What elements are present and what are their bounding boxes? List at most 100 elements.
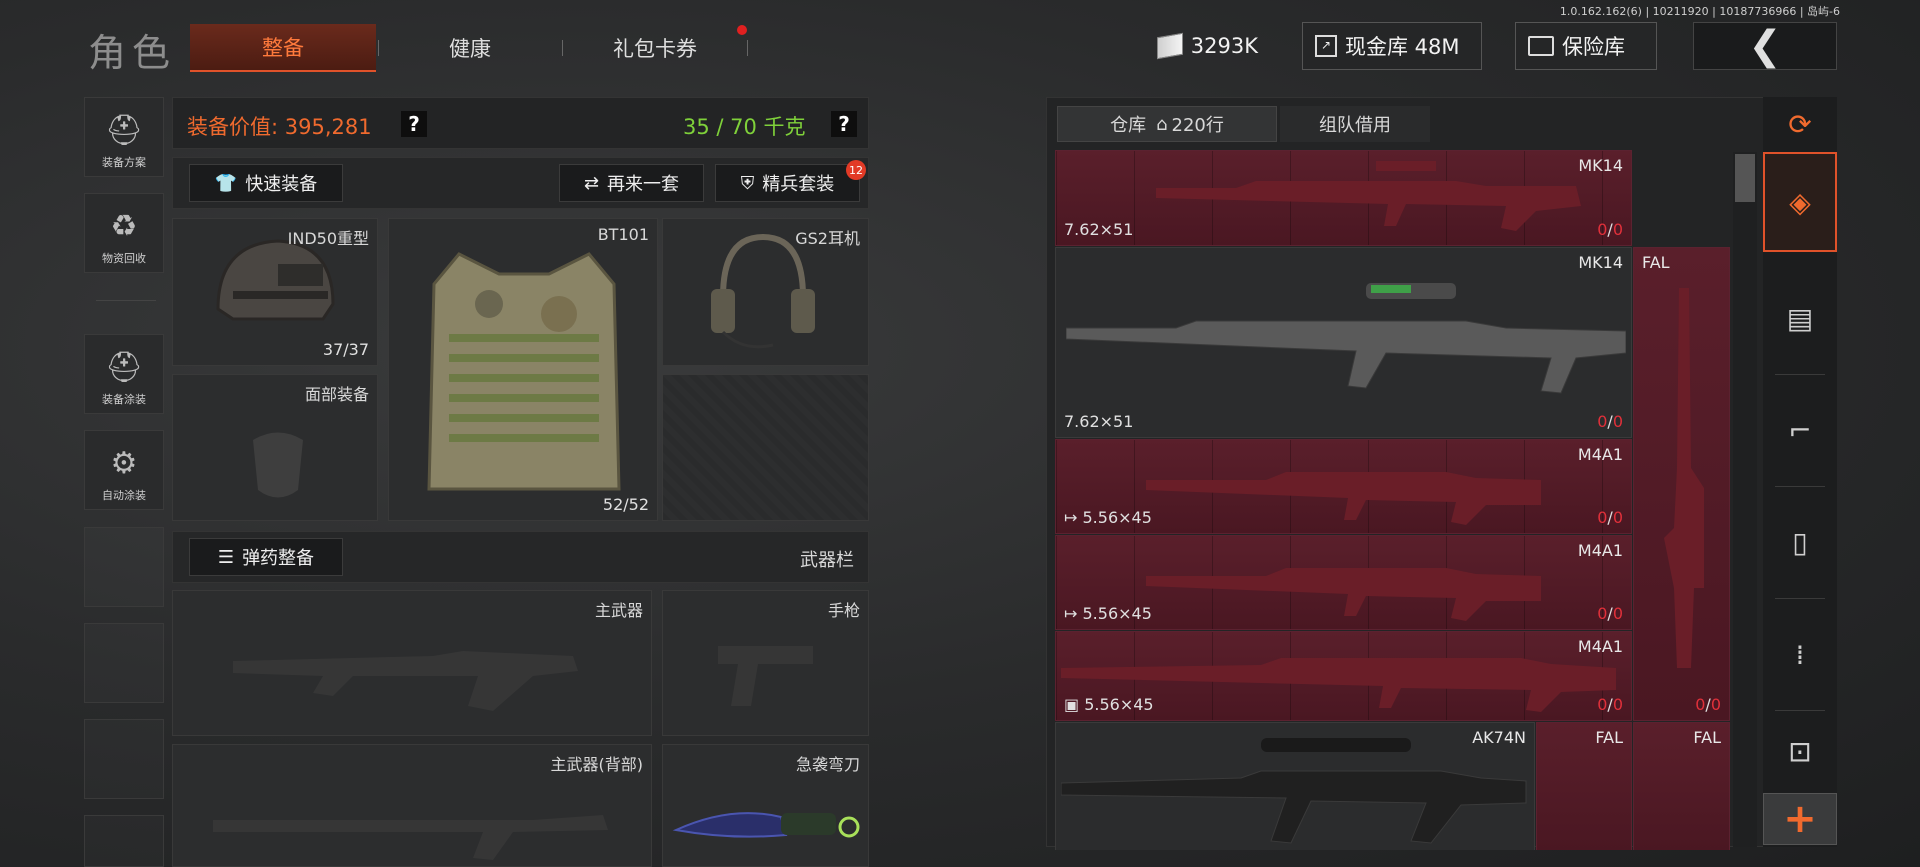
ammo-prepare-label: 弹药整备 [242, 548, 315, 569]
inventory-item[interactable]: FAL [1633, 722, 1730, 850]
safe-label: 保险库 [1562, 35, 1625, 59]
currency-display[interactable]: 3293K [1145, 22, 1270, 70]
pistol-silhouette-icon [718, 646, 813, 706]
tab-divider [562, 40, 563, 56]
inventory-item[interactable]: M4A1 ↦ 5.56×45 0/0 [1055, 535, 1632, 630]
item-name: FAL [1595, 728, 1623, 747]
equip-paint-button[interactable]: ⛑ 装备涂装 [84, 334, 164, 414]
auto-paint-button[interactable]: ⚙ 自动涂装 [84, 430, 164, 510]
scrollbar-thumb[interactable] [1735, 154, 1755, 202]
inventory-item[interactable]: AK74N [1055, 722, 1535, 850]
rifle-image [1061, 738, 1527, 844]
safe-button[interactable]: 保险库 [1515, 22, 1657, 70]
face-slot[interactable]: 面部装备 [172, 374, 378, 521]
primary-back-weapon-slot[interactable]: 主武器(背部) [172, 744, 652, 867]
armor-durability: 52/52 [602, 495, 649, 514]
page-title: 角色 [88, 31, 177, 75]
recycle-label: 物资回收 [102, 252, 146, 265]
vault-chart-icon: ↗ [1315, 35, 1337, 57]
shield-icon: ⛨ [740, 172, 755, 194]
scope-icon[interactable]: ⊡ [1763, 716, 1837, 786]
empty-side-slot [84, 719, 164, 799]
add-button[interactable]: + [1763, 793, 1837, 845]
primary-weapon-label: 主武器 [594, 601, 643, 620]
again-button[interactable]: ⇄ 再来一套 [559, 164, 704, 202]
tab-health[interactable]: 健康 [400, 24, 540, 72]
item-name: M4A1 [1577, 541, 1623, 560]
inventory-item[interactable]: M4A1 ↦ 5.56×45 0/0 [1055, 439, 1632, 534]
version-info: 1.0.162.162(6) | 10211920 | 10187736966 … [1559, 5, 1840, 18]
equip-plan-label: 装备方案 [102, 156, 146, 169]
armor-slot[interactable]: BT101 52/52 [388, 218, 658, 521]
tab-gift[interactable]: 礼包卡券 [590, 24, 720, 72]
again-label: 再来一套 [607, 174, 680, 195]
storage-rows: 220行 [1171, 115, 1224, 136]
rifle-image [1156, 161, 1581, 231]
recycle-icon: ♻ [110, 209, 138, 244]
empty-side-slot [84, 815, 164, 867]
back-button[interactable]: ❮ [1693, 22, 1837, 70]
notification-dot [737, 25, 747, 35]
sidebar-divider [96, 300, 156, 301]
inventory-item[interactable]: MK14 7.62×51 0/0 [1055, 247, 1632, 438]
rifle-vertical-image [1664, 288, 1704, 668]
item-ammo: 0/0 [1597, 220, 1623, 239]
weapon-section-bar: ☰ 弹药整备 武器栏 [172, 531, 869, 583]
melee-slot[interactable]: 急袭弯刀 [662, 744, 869, 867]
empty-side-slot [84, 527, 164, 607]
weight-display: 35 / 70 千克 [683, 115, 806, 139]
item-name: MK14 [1578, 253, 1623, 272]
armor-name: BT101 [597, 225, 649, 244]
helmet-slot[interactable]: IND50重型 37/37 [172, 218, 378, 366]
vest-icon[interactable]: ▤ [1763, 268, 1837, 368]
primary-weapon-slot[interactable]: 主武器 [172, 590, 652, 736]
helmet-name: IND50重型 [287, 229, 369, 248]
item-name: M4A1 [1577, 445, 1623, 464]
elite-set-button[interactable]: ⛨ 精兵套装 [715, 164, 860, 202]
item-ammo: 0/0 [1597, 695, 1623, 714]
tab-team-borrow[interactable]: 组队借用 [1280, 106, 1430, 142]
caliber-text: 5.56×45 [1082, 604, 1152, 623]
headset-slot[interactable]: GS2耳机 [662, 218, 869, 366]
primary-back-label: 主武器(背部) [550, 755, 644, 774]
inventory-item[interactable]: M4A1 ▣ 5.56×45 0/0 [1055, 631, 1632, 721]
empty-gear-slot[interactable] [662, 374, 869, 521]
item-name: M4A1 [1577, 637, 1623, 656]
empty-side-slot [84, 623, 164, 703]
cube-icon: ▣ [1064, 695, 1085, 714]
tab-storage[interactable]: 仓库 ⌂ 220行 [1057, 106, 1277, 142]
ammo-prepare-button[interactable]: ☰ 弹药整备 [189, 538, 343, 576]
item-ammo: 0/0 [1695, 695, 1721, 714]
auto-paint-label: 自动涂装 [102, 489, 146, 502]
inventory-item[interactable]: MK14 7.62×51 0/0 [1055, 150, 1632, 246]
soldier-plan-icon: ⛑ [104, 113, 144, 148]
recycle-button[interactable]: ♻ 物资回收 [84, 193, 164, 273]
magazine-icon[interactable]: ▯ [1763, 492, 1837, 592]
item-name: MK14 [1578, 156, 1623, 175]
layer-icon[interactable]: ◈ [1763, 152, 1837, 252]
item-caliber: 7.62×51 [1064, 220, 1134, 239]
tab-equip[interactable]: 整备 [190, 24, 376, 72]
inventory-item[interactable]: FAL [1536, 722, 1632, 850]
inventory-scrollbar[interactable] [1733, 152, 1757, 847]
item-ammo: 0/0 [1597, 508, 1623, 527]
tab-divider [378, 40, 379, 56]
category-divider [1775, 486, 1825, 487]
storage-label: 仓库 [1110, 115, 1147, 136]
home-icon: ⌂ [1156, 113, 1168, 135]
category-divider [1775, 598, 1825, 599]
inventory-item[interactable]: FAL 0/0 [1633, 247, 1730, 721]
exit-arrow-icon: ↦ [1064, 508, 1083, 527]
quick-equip-button[interactable]: 👕 快速装备 [189, 164, 343, 202]
category-divider [1775, 710, 1825, 711]
rifle-icon[interactable]: ⌐ [1763, 380, 1837, 480]
bullet-icon[interactable]: ⁞ [1763, 604, 1837, 704]
value-help-button[interactable]: ? [401, 111, 427, 137]
cash-vault-button[interactable]: ↗ 现金库 48M [1302, 22, 1482, 70]
pistol-slot[interactable]: 手枪 [662, 590, 869, 736]
weight-help-button[interactable]: ? [831, 111, 857, 137]
equip-plan-button[interactable]: ⛑ 装备方案 [84, 97, 164, 177]
stack-refresh-icon[interactable]: ⟳ [1763, 100, 1837, 148]
helmet-paint-icon: ⛑ [104, 350, 144, 385]
equip-value: 装备价值: 395,281 [187, 115, 372, 139]
